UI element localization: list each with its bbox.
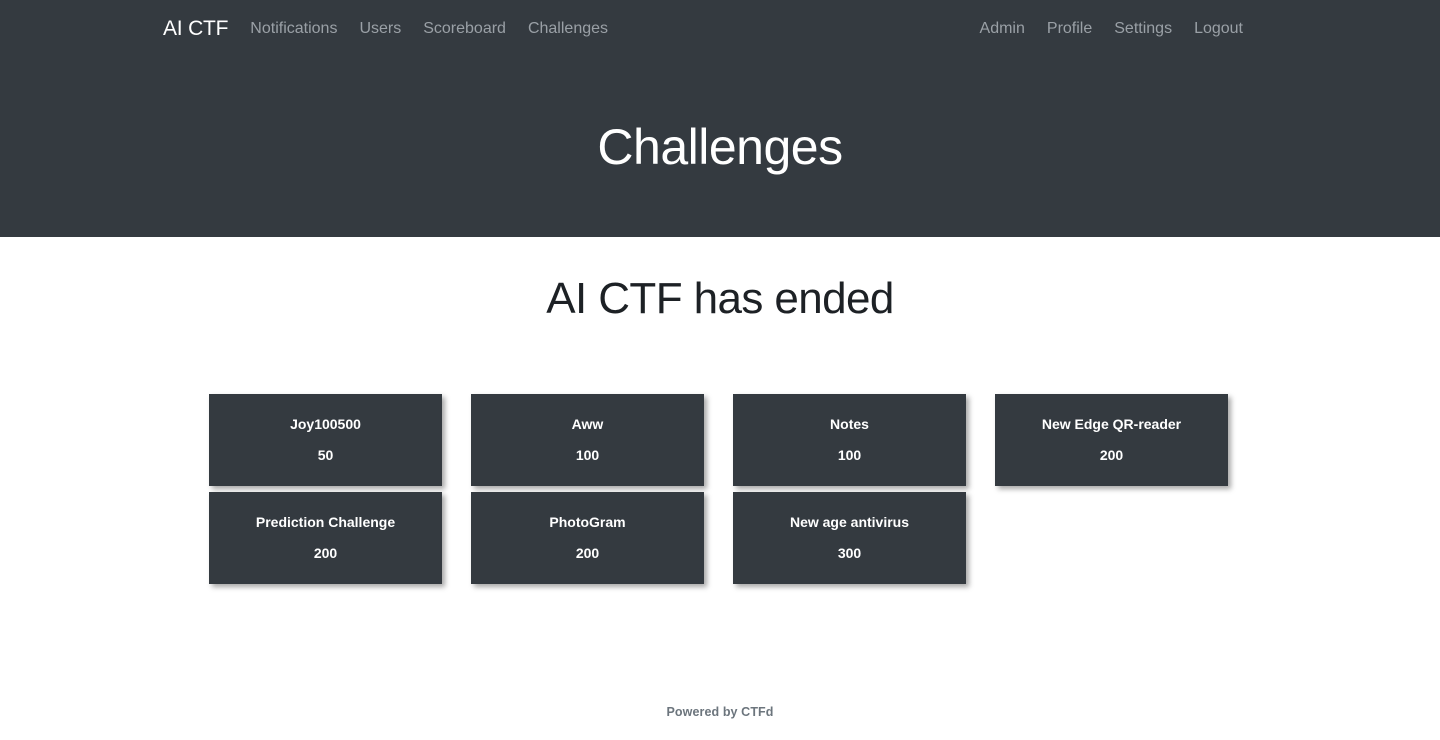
- challenge-value: 200: [575, 545, 600, 562]
- nav-item-users: Users: [359, 20, 401, 38]
- challenge-card[interactable]: Prediction Challenge 200: [209, 491, 442, 584]
- nav-link-admin[interactable]: Admin: [980, 20, 1025, 37]
- challenge-card[interactable]: PhotoGram 200: [471, 491, 704, 584]
- challenge-name: Prediction Challenge: [255, 514, 396, 531]
- primary-nav: Notifications Users Scoreboard Challenge…: [250, 20, 608, 38]
- nav-link-logout[interactable]: Logout: [1194, 20, 1243, 37]
- challenge-value: 200: [313, 545, 338, 562]
- footer-credit: Powered by CTFd: [666, 705, 774, 719]
- challenge-card[interactable]: Notes 100: [733, 393, 966, 486]
- secondary-nav: Admin Profile Settings Logout: [980, 20, 1243, 38]
- page-title: Challenges: [597, 119, 843, 175]
- challenge-card[interactable]: Joy100500 50: [209, 393, 442, 486]
- challenge-column: Notes 100 New age antivirus 300: [733, 393, 966, 584]
- challenge-value: 200: [1099, 447, 1124, 464]
- nav-link-profile[interactable]: Profile: [1047, 20, 1092, 37]
- challenge-column: New Edge QR-reader 200: [995, 393, 1228, 486]
- challenge-value: 50: [317, 447, 334, 464]
- nav-link-settings[interactable]: Settings: [1114, 20, 1172, 37]
- nav-link-challenges[interactable]: Challenges: [528, 20, 608, 37]
- nav-item-profile: Profile: [1047, 20, 1092, 38]
- challenge-name: Aww: [571, 416, 604, 433]
- challenge-board: Joy100500 50 Prediction Challenge 200 Aw…: [209, 326, 1231, 584]
- challenge-column: Joy100500 50 Prediction Challenge 200: [209, 393, 442, 584]
- challenge-name: New age antivirus: [789, 514, 910, 531]
- challenge-name: Notes: [830, 416, 869, 433]
- main-navbar: AI CTF Notifications Users Scoreboard Ch…: [0, 0, 1440, 57]
- challenge-name: Joy100500: [290, 416, 361, 433]
- challenge-card[interactable]: New Edge QR-reader 200: [995, 393, 1228, 486]
- challenge-card[interactable]: Aww 100: [471, 393, 704, 486]
- nav-item-notifications: Notifications: [250, 20, 337, 38]
- page-header: Challenges: [0, 57, 1440, 237]
- challenge-column: Aww 100 PhotoGram 200: [471, 393, 704, 584]
- challenge-value: 100: [837, 447, 862, 464]
- nav-item-scoreboard: Scoreboard: [423, 20, 506, 38]
- main-content: AI CTF has ended Joy100500 50 Prediction…: [0, 237, 1440, 584]
- nav-item-admin: Admin: [980, 20, 1025, 38]
- nav-item-settings: Settings: [1114, 20, 1172, 38]
- challenge-card[interactable]: New age antivirus 300: [733, 491, 966, 584]
- brand-logo[interactable]: AI CTF: [163, 18, 228, 39]
- challenge-name: New Edge QR-reader: [1041, 416, 1182, 433]
- challenge-value: 100: [575, 447, 600, 464]
- nav-link-scoreboard[interactable]: Scoreboard: [423, 20, 506, 37]
- nav-item-challenges: Challenges: [528, 20, 608, 38]
- page-footer: Powered by CTFd: [0, 703, 1440, 721]
- challenge-value: 300: [837, 545, 862, 562]
- event-ended-title: AI CTF has ended: [546, 274, 894, 323]
- challenge-name: PhotoGram: [549, 514, 626, 531]
- nav-link-notifications[interactable]: Notifications: [250, 20, 337, 37]
- nav-link-users[interactable]: Users: [359, 20, 401, 37]
- nav-item-logout: Logout: [1194, 20, 1243, 38]
